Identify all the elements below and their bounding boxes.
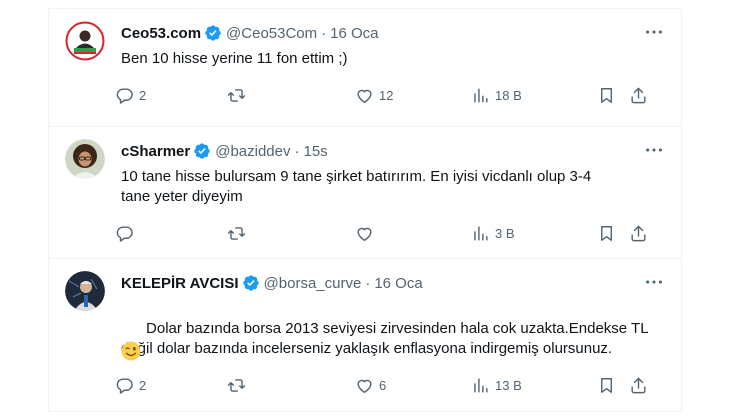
author-handle[interactable]: @borsa_curve (264, 275, 362, 292)
reply-button[interactable] (115, 221, 139, 245)
retweet-icon (227, 226, 246, 240)
tweet-text: 10 tane hisse bulursam 9 tane şirket bat… (121, 168, 592, 205)
author-name[interactable]: cSharmer (121, 143, 190, 160)
avatar[interactable] (65, 271, 105, 311)
separator-dot: · (294, 142, 300, 160)
verified-badge-icon (194, 143, 210, 159)
retweet-button[interactable] (227, 373, 251, 397)
views-icon (474, 377, 488, 393)
reply-count: 2 (139, 87, 147, 103)
more-icon[interactable] (643, 139, 665, 161)
tweet-text-body: Dolar bazında borsa 2013 seviyesi zirves… (121, 320, 649, 357)
like-icon (357, 379, 372, 393)
bookmark-icon (601, 377, 612, 393)
retweet-button[interactable] (227, 221, 251, 245)
timestamp[interactable]: 16 Oca (330, 25, 378, 42)
view-count: 18 B (495, 87, 522, 103)
bookmark-button[interactable] (597, 221, 616, 245)
timeline: Ceo53.com @Ceo53Com · 16 Oca Ben 10 hiss… (48, 8, 682, 412)
bookmark-icon (601, 225, 612, 241)
more-icon[interactable] (643, 271, 665, 293)
views-button[interactable]: 13 B (471, 373, 522, 397)
like-button[interactable]: 12 (355, 83, 393, 107)
action-bar: 3 B (115, 221, 671, 245)
reply-count: 2 (139, 377, 147, 393)
action-bar: 2 12 18 B (115, 83, 671, 107)
tweet-text: Dolar bazında borsa 2013 seviyesi zirves… (121, 299, 667, 379)
bookmark-button[interactable] (597, 373, 616, 397)
tweet-text: Ben 10 hisse yerine 11 fon ettim ;) (121, 50, 348, 67)
retweet-icon (227, 88, 246, 102)
views-icon (474, 87, 488, 103)
view-count: 3 B (495, 225, 515, 241)
verified-badge-icon (205, 25, 221, 41)
author-name[interactable]: Ceo53.com (121, 25, 201, 42)
reply-button[interactable]: 2 (115, 83, 146, 107)
bookmark-icon (601, 87, 612, 103)
share-button[interactable] (629, 221, 648, 245)
share-button[interactable] (629, 373, 648, 397)
view-count: 13 B (495, 377, 522, 393)
avatar[interactable] (65, 21, 105, 61)
like-count: 6 (379, 377, 387, 393)
retweet-button[interactable] (227, 83, 251, 107)
timestamp[interactable]: 16 Oca (374, 275, 422, 292)
reply-button[interactable]: 2 (115, 373, 146, 397)
share-icon (631, 225, 646, 241)
like-icon (357, 227, 372, 241)
wink-emoji-icon (121, 341, 141, 361)
share-button[interactable] (629, 83, 648, 107)
avatar[interactable] (65, 139, 105, 179)
like-count: 12 (379, 87, 394, 103)
separator-dot: · (365, 274, 371, 292)
tweet[interactable]: Ceo53.com @Ceo53Com · 16 Oca Ben 10 hiss… (49, 9, 681, 127)
views-button[interactable]: 18 B (471, 83, 522, 107)
separator-dot: · (321, 24, 327, 42)
retweet-icon (227, 378, 246, 392)
author-handle[interactable]: @baziddev (215, 143, 290, 160)
like-button[interactable] (355, 221, 379, 245)
reply-icon (116, 87, 133, 104)
timestamp[interactable]: 15s (304, 143, 328, 160)
views-icon (474, 225, 488, 241)
action-bar: 2 6 13 B (115, 373, 671, 397)
views-button[interactable]: 3 B (471, 221, 515, 245)
bookmark-button[interactable] (597, 83, 616, 107)
share-icon (631, 87, 646, 103)
reply-icon (116, 377, 133, 394)
like-icon (357, 89, 372, 103)
reply-icon (116, 225, 133, 242)
tweet[interactable]: KELEPİR AVCISI @borsa_curve · 16 Oca Dol… (49, 259, 681, 413)
author-name[interactable]: KELEPİR AVCISI (121, 275, 239, 292)
author-handle[interactable]: @Ceo53Com (226, 25, 317, 42)
verified-badge-icon (242, 275, 259, 291)
tweet[interactable]: cSharmer @baziddev · 15s 10 tane hisse b… (49, 127, 681, 259)
share-icon (631, 377, 646, 393)
more-icon[interactable] (643, 21, 665, 43)
like-button[interactable]: 6 (355, 373, 386, 397)
